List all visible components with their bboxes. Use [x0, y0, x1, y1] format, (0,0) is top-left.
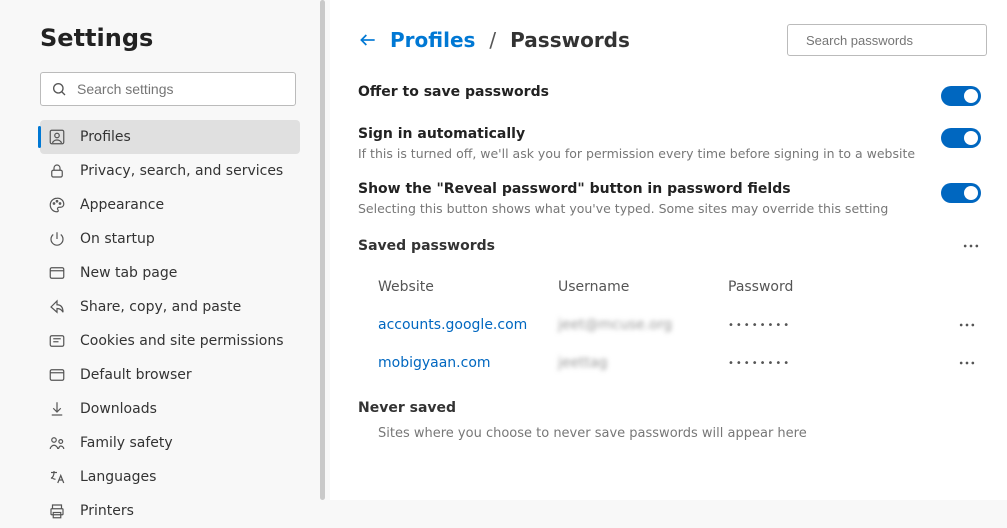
settings-sidebar: Settings Profiles Privacy, search, and s…	[0, 0, 320, 500]
never-saved-title: Never saved	[358, 400, 987, 416]
col-username: Username	[558, 279, 728, 295]
nav-label: Family safety	[80, 435, 173, 451]
toggle-sign-in-auto[interactable]	[941, 128, 981, 148]
breadcrumb-current: Passwords	[510, 28, 630, 52]
password-mask: ••••••••	[728, 320, 957, 331]
site-link[interactable]: mobigyaan.com	[378, 355, 558, 371]
site-link[interactable]: accounts.google.com	[378, 317, 558, 333]
setting-desc: If this is turned off, we'll ask you for…	[358, 146, 921, 161]
search-settings-input[interactable]	[77, 81, 285, 97]
palette-icon	[48, 196, 66, 214]
nav-item-printers[interactable]: Printers	[40, 494, 300, 528]
nav-label: On startup	[80, 231, 155, 247]
download-icon	[48, 400, 66, 418]
search-passwords-input[interactable]	[806, 33, 982, 48]
lock-icon	[48, 162, 66, 180]
never-saved-desc: Sites where you choose to never save pas…	[358, 426, 987, 441]
back-arrow-icon[interactable]	[358, 30, 378, 50]
nav-label: Appearance	[80, 197, 164, 213]
setting-title: Show the "Reveal password" button in pas…	[358, 181, 921, 197]
row-more-icon[interactable]	[957, 315, 977, 335]
passwords-table: Website Username Password accounts.googl…	[358, 268, 987, 382]
more-icon[interactable]	[961, 236, 981, 256]
search-icon	[51, 81, 67, 97]
nav-label: Cookies and site permissions	[80, 333, 284, 349]
breadcrumb: Profiles / Passwords	[358, 28, 630, 52]
setting-offer-save: Offer to save passwords	[358, 84, 987, 106]
nav-label: Default browser	[80, 367, 192, 383]
nav-item-languages[interactable]: Languages	[40, 460, 300, 494]
page-title: Settings	[40, 24, 300, 52]
permissions-icon	[48, 332, 66, 350]
nav-label: Share, copy, and paste	[80, 299, 241, 315]
setting-title: Offer to save passwords	[358, 84, 921, 100]
profile-icon	[48, 128, 66, 146]
table-row: mobigyaan.com jeettag ••••••••	[378, 344, 987, 382]
settings-nav: Profiles Privacy, search, and services A…	[40, 120, 300, 528]
setting-desc: Selecting this button shows what you've …	[358, 201, 921, 216]
main-header: Profiles / Passwords	[358, 24, 987, 56]
toggle-reveal-password[interactable]	[941, 183, 981, 203]
nav-label: New tab page	[80, 265, 177, 281]
col-website: Website	[378, 279, 558, 295]
search-passwords-box[interactable]	[787, 24, 987, 56]
tab-icon	[48, 264, 66, 282]
table-header: Website Username Password	[378, 268, 987, 306]
username-value: jeet@mcuse.org	[558, 317, 728, 333]
row-more-icon[interactable]	[957, 353, 977, 373]
pane-divider[interactable]	[320, 0, 330, 500]
nav-item-default-browser[interactable]: Default browser	[40, 358, 300, 392]
nav-item-privacy[interactable]: Privacy, search, and services	[40, 154, 300, 188]
nav-label: Printers	[80, 503, 134, 519]
nav-item-share[interactable]: Share, copy, and paste	[40, 290, 300, 324]
nav-item-family[interactable]: Family safety	[40, 426, 300, 460]
username-value: jeettag	[558, 355, 728, 371]
nav-item-downloads[interactable]: Downloads	[40, 392, 300, 426]
table-row: accounts.google.com jeet@mcuse.org •••••…	[378, 306, 987, 344]
col-password: Password	[728, 279, 957, 295]
nav-label: Profiles	[80, 129, 131, 145]
password-mask: ••••••••	[728, 358, 957, 369]
nav-label: Languages	[80, 469, 156, 485]
search-settings-box[interactable]	[40, 72, 296, 106]
saved-passwords-header: Saved passwords	[358, 236, 987, 256]
nav-item-appearance[interactable]: Appearance	[40, 188, 300, 222]
setting-sign-in-auto: Sign in automatically If this is turned …	[358, 126, 987, 161]
nav-item-profiles[interactable]: Profiles	[40, 120, 300, 154]
nav-label: Downloads	[80, 401, 157, 417]
family-icon	[48, 434, 66, 452]
breadcrumb-parent[interactable]: Profiles	[390, 28, 475, 52]
browser-icon	[48, 366, 66, 384]
section-title: Saved passwords	[358, 238, 495, 254]
nav-item-cookies[interactable]: Cookies and site permissions	[40, 324, 300, 358]
breadcrumb-sep: /	[489, 28, 496, 52]
setting-reveal-password: Show the "Reveal password" button in pas…	[358, 181, 987, 216]
main-content: Profiles / Passwords Offer to save passw…	[330, 0, 1007, 500]
language-icon	[48, 468, 66, 486]
nav-item-newtab[interactable]: New tab page	[40, 256, 300, 290]
nav-label: Privacy, search, and services	[80, 163, 283, 179]
share-icon	[48, 298, 66, 316]
toggle-offer-save[interactable]	[941, 86, 981, 106]
printer-icon	[48, 502, 66, 520]
setting-title: Sign in automatically	[358, 126, 921, 142]
nav-item-startup[interactable]: On startup	[40, 222, 300, 256]
power-icon	[48, 230, 66, 248]
